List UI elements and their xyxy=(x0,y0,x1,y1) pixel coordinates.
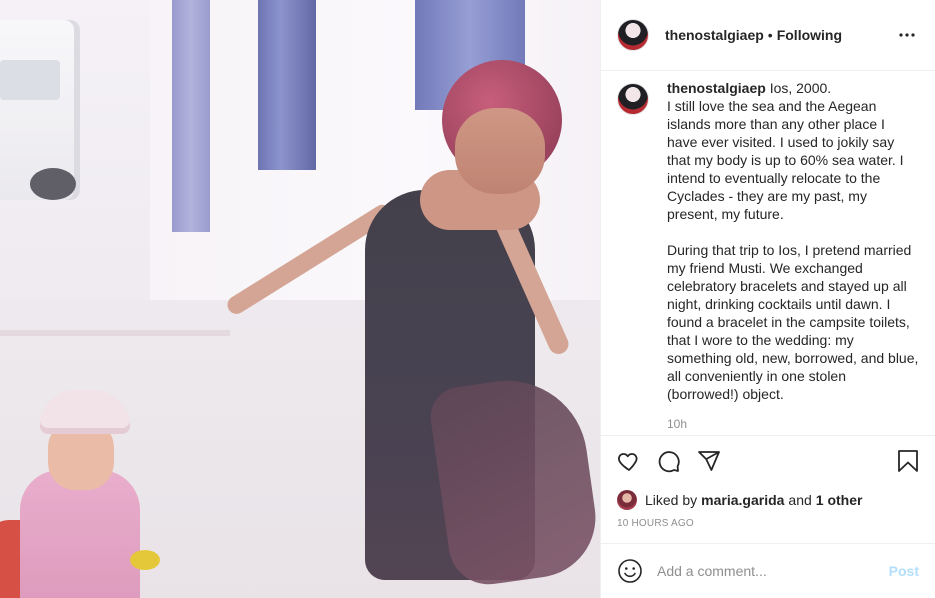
add-comment-bar: Add a comment... Post xyxy=(601,542,935,598)
like-button[interactable] xyxy=(617,441,657,481)
post-timestamp[interactable]: 10 HOURS AGO xyxy=(617,518,919,529)
liker-username[interactable]: maria.garida xyxy=(701,492,784,508)
comment-button[interactable] xyxy=(657,441,697,481)
emoji-icon xyxy=(618,559,642,583)
post-comment-button[interactable]: Post xyxy=(889,563,919,579)
likes-connector: and xyxy=(788,491,812,508)
more-options-button[interactable] xyxy=(895,23,919,47)
caption-row: thenostalgiaep Ios, 2000. I still love t… xyxy=(617,79,919,433)
caption-paragraph-2: During that trip to Ios, I pretend marri… xyxy=(667,241,919,402)
caption-body: thenostalgiaep Ios, 2000. I still love t… xyxy=(667,79,919,433)
photo-haze xyxy=(0,0,600,598)
post-photo[interactable] xyxy=(0,0,600,598)
likes-prefix: Liked by xyxy=(645,491,698,508)
actions-area: Liked by maria.garida and 1 other 10 HOU… xyxy=(601,434,935,543)
comments-section: thenostalgiaep Ios, 2000. I still love t… xyxy=(601,71,935,435)
likes-others-link[interactable]: 1 other xyxy=(816,492,863,508)
heart-icon xyxy=(618,453,638,471)
comment-input[interactable]: Add a comment... xyxy=(657,563,889,579)
likes-summary: Liked by maria.garida and 1 other xyxy=(617,488,919,512)
post-header: thenostalgiaep • Following xyxy=(601,0,935,71)
caption-username[interactable]: thenostalgiaep xyxy=(667,80,766,96)
bookmark-icon xyxy=(898,450,918,472)
action-bar xyxy=(617,436,919,486)
emoji-button[interactable] xyxy=(617,558,643,584)
share-icon xyxy=(698,451,720,471)
caption-text-1: Ios, 2000. I still love the sea and the … xyxy=(667,79,904,222)
share-button[interactable] xyxy=(697,441,737,481)
instagram-post: thenostalgiaep • Following thenostalgiae… xyxy=(0,0,935,598)
caption-avatar[interactable] xyxy=(617,82,649,115)
comment-icon xyxy=(658,451,680,473)
post-sidebar: thenostalgiaep • Following thenostalgiae… xyxy=(600,0,935,598)
liker-avatar[interactable] xyxy=(617,489,637,510)
caption-paragraph-1: thenostalgiaep Ios, 2000. I still love t… xyxy=(667,79,919,223)
author-username[interactable]: thenostalgiaep xyxy=(665,27,764,43)
author-avatar[interactable] xyxy=(617,18,649,51)
save-button[interactable] xyxy=(879,441,919,481)
header-separator: • xyxy=(767,26,773,43)
following-button[interactable]: Following xyxy=(777,27,842,43)
more-horizontal-icon xyxy=(899,33,915,37)
caption-timestamp[interactable]: 10h xyxy=(667,415,919,433)
